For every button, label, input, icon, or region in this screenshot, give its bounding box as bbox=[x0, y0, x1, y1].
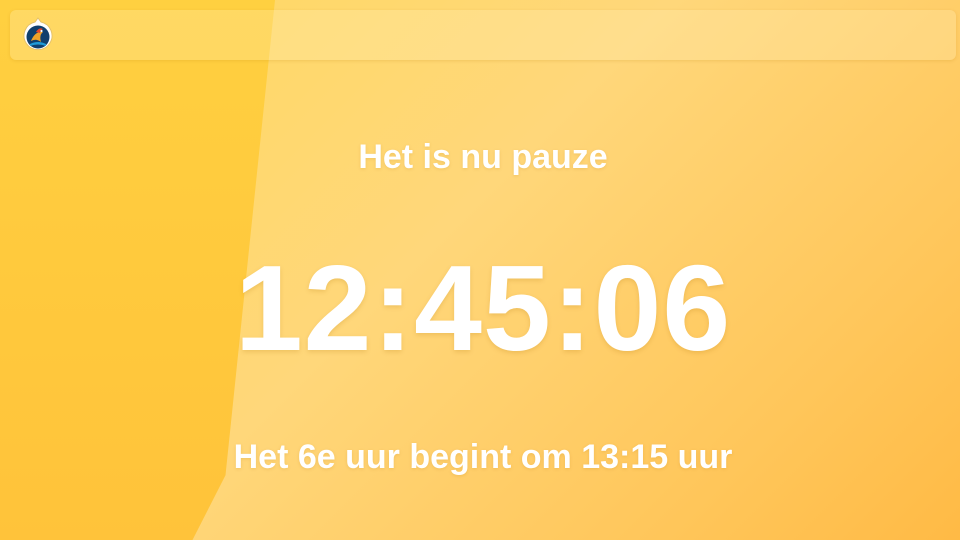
status-text: Het is nu pauze bbox=[358, 138, 608, 176]
school-crest-icon[interactable] bbox=[22, 17, 54, 53]
top-bar bbox=[10, 10, 956, 60]
clock-display: 12:45:06 bbox=[234, 240, 732, 376]
next-period-text: Het 6e uur begint om 13:15 uur bbox=[233, 438, 733, 476]
